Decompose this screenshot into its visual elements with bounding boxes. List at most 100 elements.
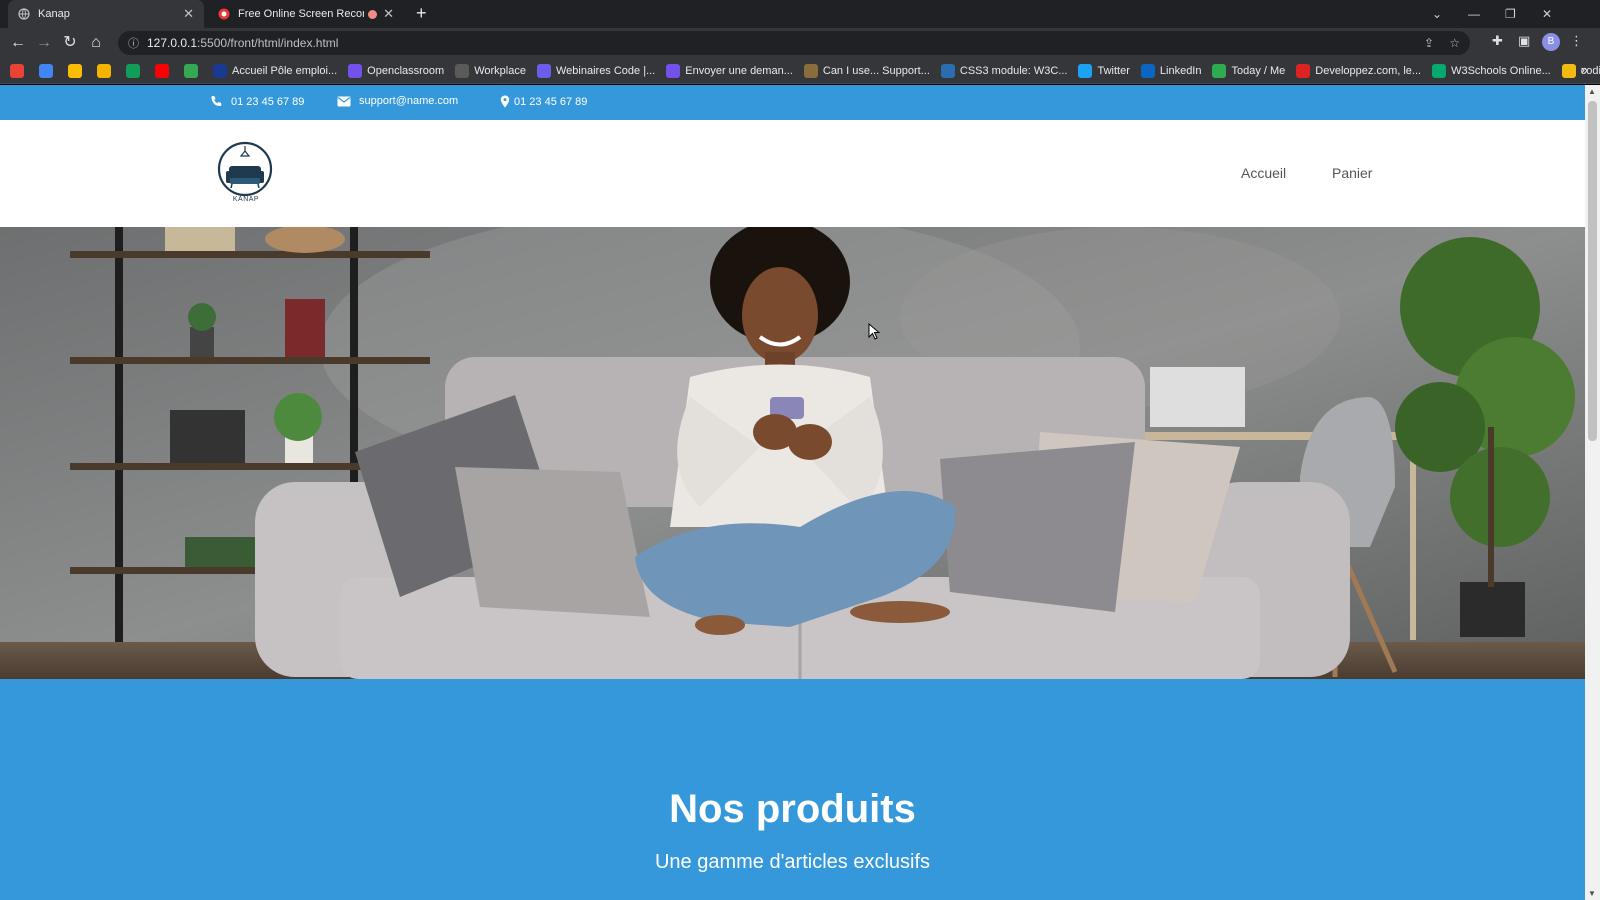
tab-search-icon[interactable]: ⌄ — [1432, 0, 1442, 28]
contact-email[interactable]: support@name.com — [337, 95, 458, 107]
bookmark-item[interactable]: Openclassroom — [348, 63, 445, 78]
close-tab-icon[interactable]: ✕ — [183, 6, 194, 22]
home-button[interactable]: ⌂ — [86, 33, 106, 53]
bookmark-label: Developpez.com, le... — [1315, 64, 1422, 77]
contact-phone[interactable]: 01 23 45 67 89 — [210, 95, 304, 108]
address-bar[interactable]: ⓘ 127.0.0.1 :5500/front/html/index.html … — [118, 31, 1470, 55]
scrollbar-thumb[interactable] — [1588, 101, 1597, 441]
site-header: KANAP Accueil Panier — [0, 120, 1585, 227]
bookmark-label: Can I use... Support... — [822, 64, 930, 77]
site-info-icon[interactable]: ⓘ — [128, 35, 139, 51]
w3c-icon — [940, 63, 955, 78]
bookmark-label: Today / Me — [1231, 64, 1286, 77]
bookmark-label: Workplace — [474, 64, 526, 77]
new-tab-button[interactable]: + — [416, 4, 427, 22]
bookmark-item[interactable] — [155, 63, 174, 78]
browser-tab-kanap[interactable]: Kanap ✕ — [8, 0, 204, 28]
location-pin-icon — [500, 95, 510, 108]
drive-icon — [126, 63, 140, 78]
bookmark-label: Twitter — [1097, 64, 1130, 77]
calendar-icon — [39, 63, 53, 78]
side-panel-icon[interactable]: ▣ — [1518, 33, 1530, 49]
minimize-button[interactable]: — — [1468, 0, 1480, 28]
openclassrooms-icon — [348, 63, 363, 78]
address-text: 01 23 45 67 89 — [514, 95, 588, 108]
page-viewport: 01 23 45 67 89 support@name.com 01 23 45… — [0, 85, 1585, 900]
restore-button[interactable]: ❐ — [1505, 0, 1516, 28]
bookmark-label: Webinaires Code |... — [555, 64, 656, 77]
products-subtitle: Une gamme d'articles exclusifs — [654, 851, 931, 873]
contact-address[interactable]: 01 23 45 67 89 — [500, 95, 587, 108]
pole-emploi-icon — [213, 63, 227, 78]
nav-cart-link[interactable]: Panier — [1332, 165, 1372, 181]
profile-avatar[interactable]: B — [1542, 33, 1560, 51]
phone-text: 01 23 45 67 89 — [231, 95, 305, 108]
share-icon[interactable]: ⇪ — [1424, 36, 1434, 50]
bookmark-item[interactable]: Webinaires Code |... — [536, 63, 656, 78]
bookmark-label: CSS3 module: W3C... — [959, 64, 1068, 77]
products-section: Nos produits Une gamme d'articles exclus… — [0, 679, 1585, 900]
bookmark-item[interactable]: Twitter — [1078, 63, 1130, 78]
back-button[interactable]: ← — [8, 33, 28, 53]
more-bookmarks-icon[interactable]: » — [1581, 62, 1588, 77]
mouse-cursor-icon — [868, 323, 880, 340]
openclassrooms-icon — [666, 63, 681, 78]
twitter-icon — [1078, 63, 1093, 78]
bookmark-item[interactable]: Developpez.com, le... — [1296, 63, 1422, 78]
browser-tab-strip: Kanap ✕ Free Online Screen Recorder ✕ + … — [0, 0, 1600, 28]
bookmark-item[interactable] — [10, 63, 29, 78]
forward-button[interactable]: → — [34, 33, 54, 53]
bookmark-item[interactable]: CSS3 module: W3C... — [940, 63, 1068, 78]
scroll-up-icon[interactable]: ▲ — [1588, 87, 1596, 96]
bookmark-label: W3Schools Online... — [1451, 64, 1551, 77]
bookmark-item[interactable]: LinkedIn — [1140, 63, 1202, 78]
logo-text: KANAP — [232, 196, 260, 203]
youtube-icon — [155, 63, 169, 78]
bookmark-label: Accueil Pôle emploi... — [232, 64, 338, 77]
bookmark-item[interactable]: Accueil Pôle emploi... — [213, 63, 338, 78]
bookmark-item[interactable]: W3Schools Online... — [1432, 63, 1551, 78]
bookmarks-bar: Accueil Pôle emploi... Openclassroom Workp… — [0, 58, 1600, 84]
bookmark-item[interactable] — [39, 63, 58, 78]
bookmark-item[interactable] — [126, 63, 145, 78]
contact-bar: 01 23 45 67 89 support@name.com 01 23 45… — [0, 85, 1585, 120]
bookmark-item[interactable]: Envoyer une deman... — [666, 63, 793, 78]
developpez-icon — [1296, 63, 1311, 78]
profile-initial: B — [1542, 33, 1560, 51]
products-title: Nos produits — [669, 787, 916, 831]
recording-indicator-icon — [368, 9, 378, 19]
hero-banner-image — [0, 227, 1585, 679]
w3schools-icon — [1432, 63, 1447, 78]
url-path: :5500/front/html/index.html — [197, 36, 339, 50]
extensions-icon[interactable]: ✚ — [1492, 33, 1503, 49]
bookmark-item[interactable]: Can I use... Support... — [803, 63, 930, 78]
bookmark-star-icon[interactable]: ☆ — [1449, 36, 1460, 50]
reload-button[interactable]: ↻ — [60, 33, 80, 53]
bookmark-item[interactable] — [97, 63, 116, 78]
browser-tab-recorder[interactable]: Free Online Screen Recorder ✕ — [208, 0, 404, 28]
webinar-icon — [536, 63, 551, 78]
today-icon — [1212, 63, 1227, 78]
codingame-icon — [1561, 63, 1576, 78]
workplace-icon — [455, 63, 470, 78]
globe-icon — [18, 8, 30, 20]
close-window-button[interactable]: ✕ — [1542, 0, 1552, 28]
tab-title: Free Online Screen Recorder — [238, 8, 364, 20]
phone-icon — [211, 96, 222, 106]
page-scrollbar[interactable]: ▲ ▼ — [1585, 85, 1600, 900]
bookmark-label: Envoyer une deman... — [685, 64, 793, 77]
bookmark-item[interactable] — [68, 63, 87, 78]
bookmark-item[interactable]: Workplace — [455, 63, 526, 78]
bookmark-label: Openclassroom — [367, 64, 445, 77]
bookmark-label: LinkedIn — [1159, 64, 1202, 77]
close-tab-icon[interactable]: ✕ — [383, 6, 394, 22]
bookmark-item[interactable] — [184, 63, 203, 78]
keep-icon — [68, 63, 82, 78]
mail-icon — [337, 96, 351, 106]
slides-icon — [97, 63, 111, 78]
browser-menu-icon[interactable]: ⋮ — [1570, 33, 1583, 49]
recorder-icon — [218, 8, 230, 20]
bookmark-item[interactable]: Today / Me — [1212, 63, 1286, 78]
nav-home-link[interactable]: Accueil — [1241, 165, 1286, 181]
scroll-down-icon[interactable]: ▼ — [1588, 889, 1596, 898]
